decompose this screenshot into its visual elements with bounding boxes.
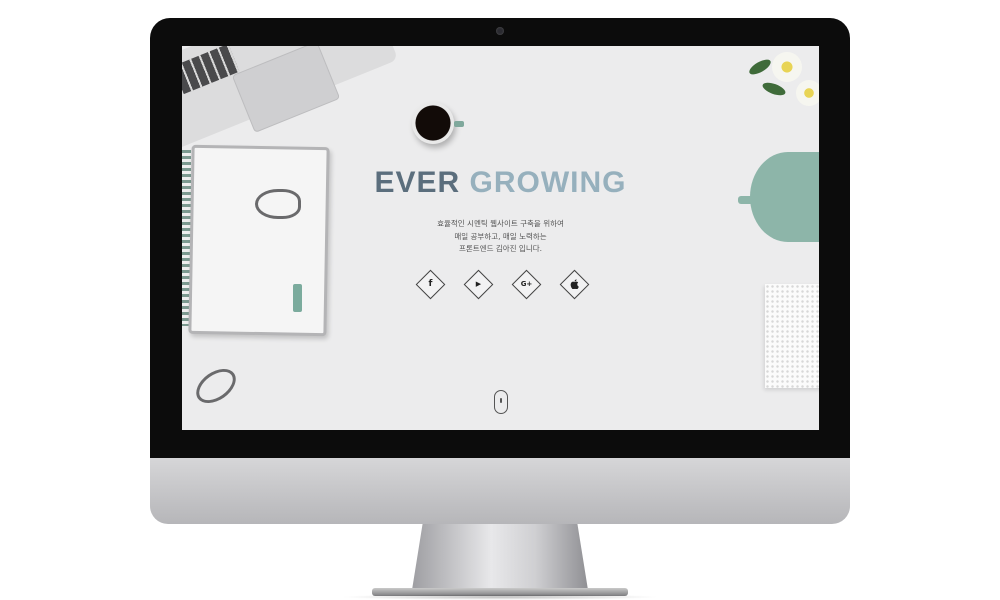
youtube-icon: ▶: [475, 280, 482, 288]
scroll-wheel-icon: [500, 398, 502, 403]
monitor-shadow: [340, 594, 660, 600]
webcam-icon: [496, 27, 504, 35]
tagline-line: 프론트엔드 김아진 입니다.: [458, 244, 543, 253]
notepad-image: [765, 284, 819, 388]
monitor-chin: [150, 458, 850, 524]
tagline-line: 매일 공부하고, 매일 노력하는: [454, 231, 547, 241]
facebook-icon: f: [428, 279, 433, 289]
youtube-link[interactable]: ▶: [463, 269, 494, 300]
google-plus-icon: G+: [520, 280, 533, 288]
apple-icon: [565, 275, 584, 294]
hero-title-word-growing: GROWING: [469, 166, 627, 199]
hero-title-word-ever: EVER: [374, 166, 461, 199]
daisy-decor: [772, 52, 802, 82]
google-plus-link[interactable]: G+: [511, 269, 542, 300]
facebook-link[interactable]: f: [415, 269, 446, 300]
leaf-decor: [761, 80, 787, 98]
cup-handle-decor: [454, 121, 464, 127]
eraser-image: [293, 284, 302, 312]
apple-link[interactable]: [559, 269, 590, 300]
monitor-stand: [412, 524, 588, 590]
website-screen: EVER GROWING 효율적인 시멘틱 웹사이트 구축을 위하여 매일 공부…: [182, 46, 819, 430]
flowers-image: [747, 46, 819, 110]
mouse-scroll-icon[interactable]: [494, 390, 508, 414]
leaf-decor: [747, 56, 773, 78]
hero-tagline: 효율적인 시멘틱 웹사이트 구축을 위하여 매일 공부하고, 매일 노력하는 프…: [182, 218, 819, 256]
binder-clip-image: [189, 361, 243, 411]
hero-title: EVER GROWING: [182, 166, 819, 200]
daisy-decor: [796, 80, 819, 106]
tagline-line: 효율적인 시멘틱 웹사이트 구축을 위하여: [437, 219, 564, 228]
coffee-cup-image: [412, 102, 454, 144]
social-links: f ▶ G+: [415, 269, 590, 300]
